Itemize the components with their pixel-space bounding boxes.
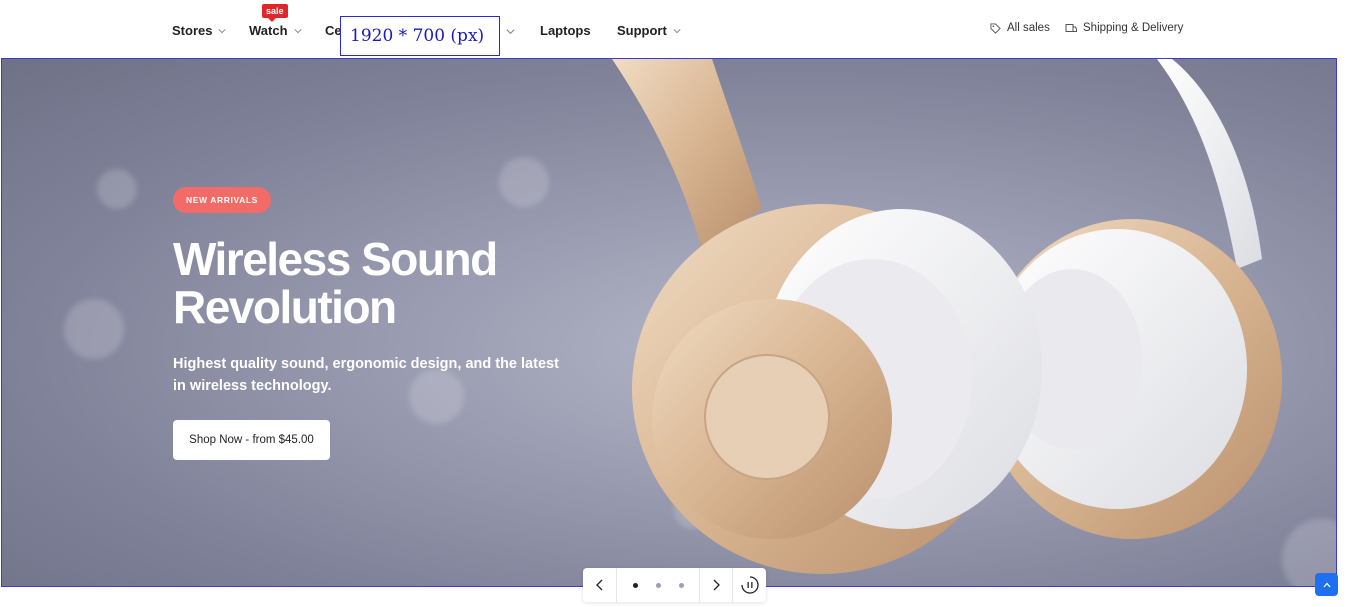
- chevron-down-icon: [293, 28, 302, 33]
- top-navigation: Stores sale Watch Ce Laptops Support All…: [0, 0, 1349, 58]
- tag-icon: [990, 22, 1001, 34]
- nav-item-laptops[interactable]: Laptops: [540, 23, 591, 38]
- chevron-down-icon: [673, 28, 681, 33]
- slider-dot[interactable]: [678, 582, 684, 588]
- sale-badge: sale: [262, 4, 288, 22]
- scroll-to-top-button[interactable]: [1315, 573, 1338, 596]
- new-arrivals-badge: NEW ARRIVALS: [173, 187, 271, 213]
- slider-dot-active[interactable]: [632, 582, 638, 588]
- nav-item-stores[interactable]: Stores: [172, 23, 227, 38]
- slider-controls: [583, 568, 766, 602]
- shipping-delivery-link[interactable]: Shipping & Delivery: [1065, 22, 1183, 34]
- chevron-right-icon: [713, 579, 720, 591]
- bokeh-light: [97, 169, 137, 209]
- all-sales-label: All sales: [1007, 22, 1050, 34]
- slider-dots: [617, 568, 700, 602]
- all-sales-link[interactable]: All sales: [990, 22, 1050, 34]
- hero-title: Wireless Sound Revolution: [173, 233, 498, 333]
- dimension-overlay-label: 1920 * 700 (px): [340, 16, 500, 56]
- slider-next-button[interactable]: [700, 568, 733, 602]
- bokeh-light: [64, 299, 124, 359]
- slider-dot[interactable]: [655, 582, 661, 588]
- hero-subtitle: Highest quality sound, ergonomic design,…: [173, 356, 559, 394]
- slider-pause-button[interactable]: [733, 568, 766, 602]
- arrow-up-icon: [1323, 582, 1330, 587]
- nav-item-label: Support: [617, 23, 667, 38]
- pause-icon: [740, 576, 759, 594]
- nav-item-support[interactable]: Support: [617, 23, 681, 38]
- hero-banner: NEW ARRIVALS Wireless Sound Revolution H…: [1, 58, 1337, 587]
- headphones-image: [612, 59, 1282, 574]
- bokeh-light: [499, 157, 549, 207]
- chevron-down-icon: [506, 29, 515, 35]
- nav-item-label: Watch: [249, 23, 288, 38]
- shipping-delivery-label: Shipping & Delivery: [1083, 22, 1184, 34]
- slider-prev-button[interactable]: [583, 568, 617, 602]
- nav-item-watch[interactable]: Watch: [249, 23, 302, 38]
- nav-item-label: Laptops: [540, 23, 591, 38]
- shop-now-button[interactable]: Shop Now - from $45.00: [173, 420, 330, 460]
- chevron-down-icon: [218, 28, 227, 33]
- box-icon: [1065, 23, 1077, 32]
- chevron-left-icon: [595, 579, 602, 591]
- nav-item-label: Stores: [172, 23, 213, 38]
